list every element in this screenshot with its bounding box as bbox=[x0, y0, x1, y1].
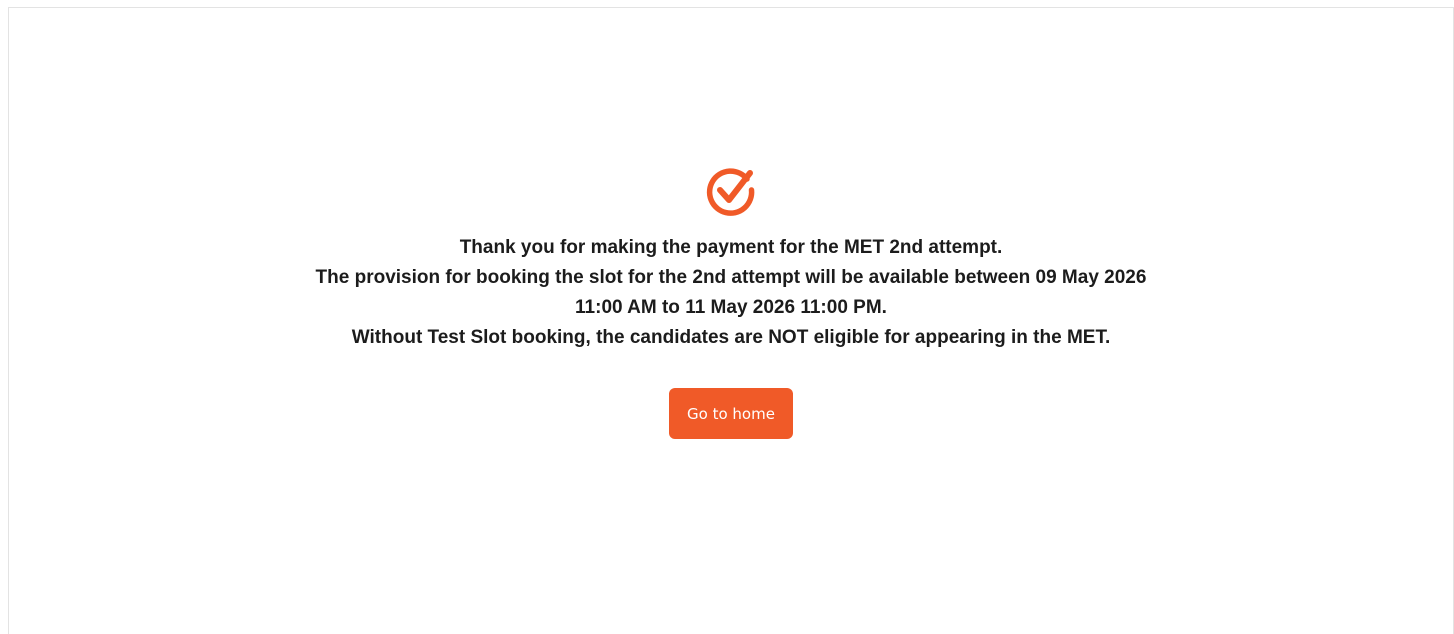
payment-confirmation-panel: Thank you for making the payment for the… bbox=[9, 163, 1453, 439]
go-to-home-button[interactable]: Go to home bbox=[669, 388, 793, 439]
confirmation-message: Thank you for making the payment for the… bbox=[311, 233, 1151, 353]
slot-booking-window-text: The provision for booking the slot for t… bbox=[315, 267, 1147, 318]
eligibility-notice-text: Without Test Slot booking, the candidate… bbox=[351, 327, 1111, 348]
payment-thanks-text: Thank you for making the payment for the… bbox=[459, 237, 1003, 258]
check-circle-icon bbox=[706, 168, 755, 216]
page-container: Thank you for making the payment for the… bbox=[8, 7, 1454, 634]
